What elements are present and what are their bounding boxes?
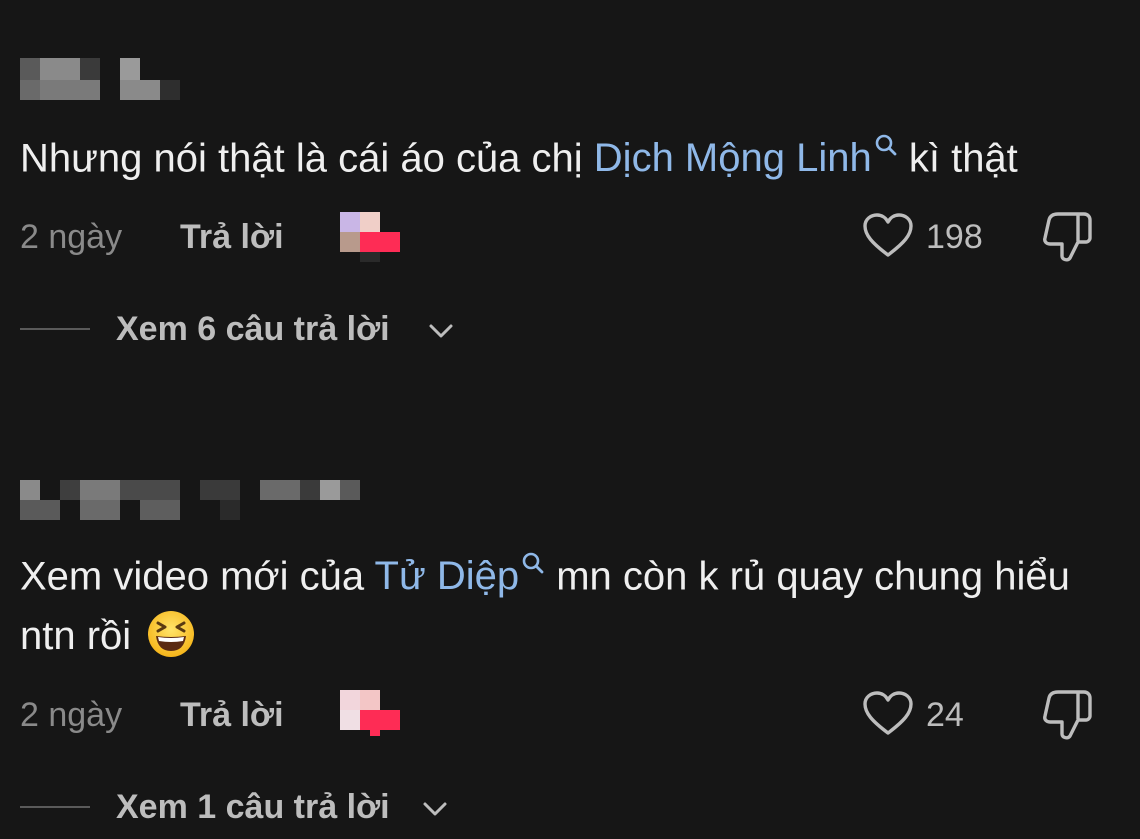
creator-liked-badge	[340, 690, 410, 740]
comment-text: Xem video mới của Tử Diệp mn còn k rủ qu…	[20, 536, 1110, 666]
comment-text: Nhưng nói thật là cái áo của chị Dịch Mộ…	[20, 118, 1110, 188]
chevron-down-icon	[426, 316, 456, 346]
reply-button[interactable]: Trả lời	[180, 696, 284, 735]
thumbs-down-icon[interactable]	[1040, 210, 1096, 264]
comment-item: Nhưng nói thật là cái áo của chị Dịch Mộ…	[20, 58, 1120, 354]
username-blurred[interactable]	[20, 476, 360, 520]
creator-liked-badge	[340, 212, 410, 263]
reply-button[interactable]: Trả lời	[180, 218, 284, 257]
thumbs-down-icon[interactable]	[1040, 688, 1096, 742]
mention-link[interactable]: Tử Diệp	[375, 552, 546, 598]
like-count: 198	[926, 218, 983, 257]
like-count: 24	[926, 696, 964, 735]
view-replies-label: Xem 6 câu trả lời	[116, 310, 390, 349]
comment-time: 2 ngày	[20, 218, 123, 257]
view-replies-button[interactable]: Xem 6 câu trả lời	[20, 304, 1120, 354]
heart-outline-icon[interactable]	[862, 212, 914, 260]
chevron-down-icon	[420, 794, 450, 824]
grinning-squinting-face-icon	[146, 609, 196, 659]
comment-item: Xem video mới của Tử Diệp mn còn k rủ qu…	[20, 476, 1120, 832]
comment-actions: 2 ngày Trả lời 198	[20, 210, 1120, 264]
divider-line	[20, 328, 90, 331]
heart-outline-icon[interactable]	[862, 690, 914, 738]
view-replies-button[interactable]: Xem 1 câu trả lời	[20, 782, 1120, 832]
divider-line	[20, 806, 90, 809]
search-icon	[521, 536, 545, 596]
comment-time: 2 ngày	[20, 696, 123, 735]
comment-actions: 2 ngày Trả lời 24	[20, 690, 1120, 740]
mention-link[interactable]: Dịch Mộng Linh	[594, 134, 898, 180]
comments-screen: Nhưng nói thật là cái áo của chị Dịch Mộ…	[0, 0, 1140, 839]
search-icon	[874, 118, 898, 178]
view-replies-label: Xem 1 câu trả lời	[116, 788, 390, 827]
username-blurred[interactable]	[20, 58, 360, 102]
